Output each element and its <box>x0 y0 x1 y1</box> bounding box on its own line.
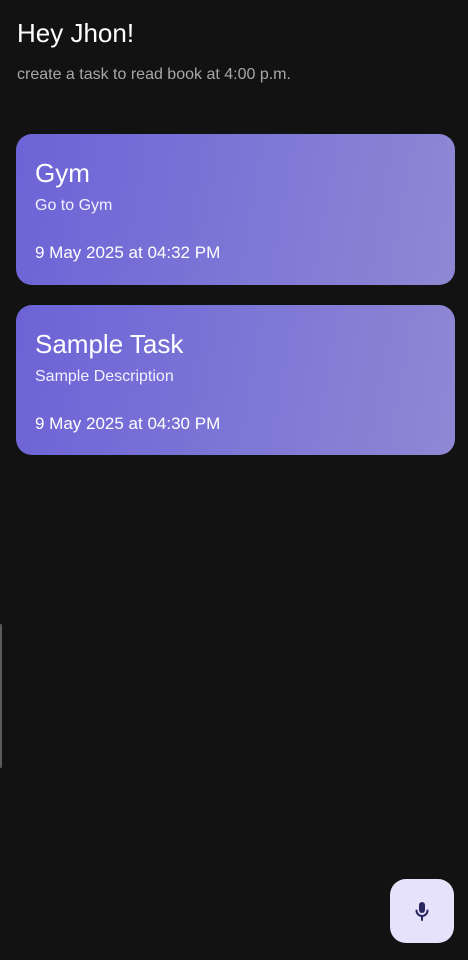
voice-hint-text: create a task to read book at 4:00 p.m. <box>17 66 291 83</box>
task-card[interactable]: Sample Task Sample Description 9 May 202… <box>16 305 455 455</box>
task-datetime: 9 May 2025 at 04:30 PM <box>35 414 221 433</box>
task-card[interactable]: Gym Go to Gym 9 May 2025 at 04:32 PM <box>16 134 455 285</box>
task-datetime: 9 May 2025 at 04:32 PM <box>35 243 221 262</box>
microphone-icon <box>415 902 429 921</box>
task-title: Sample Task <box>35 329 184 359</box>
task-title: Gym <box>35 158 90 188</box>
task-home-screen: Hey Jhon! create a task to read book at … <box>0 0 468 960</box>
task-list: Gym Go to Gym 9 May 2025 at 04:32 PM Sam… <box>16 134 455 475</box>
side-edge-handle[interactable] <box>0 624 2 768</box>
task-description: Sample Description <box>35 368 174 385</box>
greeting-title: Hey Jhon! <box>17 18 135 48</box>
voice-input-button[interactable] <box>390 879 454 943</box>
task-description: Go to Gym <box>35 197 113 214</box>
